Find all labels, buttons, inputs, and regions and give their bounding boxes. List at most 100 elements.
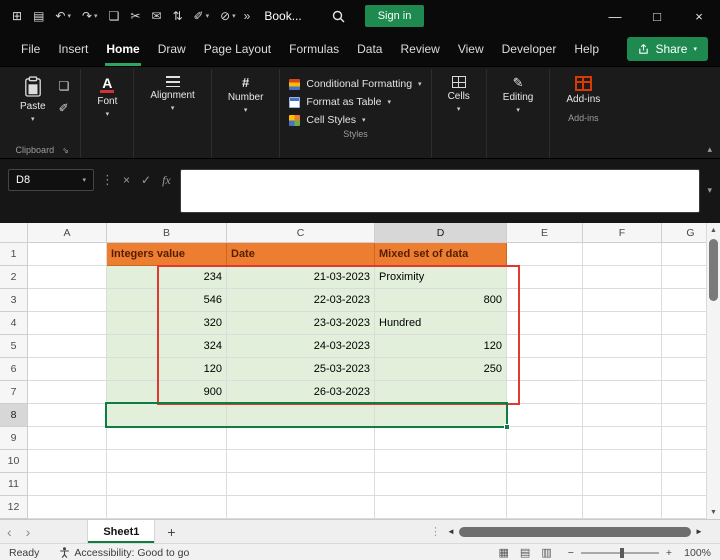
tab-file[interactable]: File: [12, 32, 49, 66]
cell-E8[interactable]: [507, 404, 583, 427]
cell-E5[interactable]: [507, 335, 583, 358]
cell-B3[interactable]: 546: [107, 289, 227, 312]
share-button[interactable]: Share ▾: [627, 37, 708, 61]
sign-in-button[interactable]: Sign in: [364, 5, 425, 27]
cell-D5[interactable]: 120: [375, 335, 507, 358]
cell-C6[interactable]: 25-03-2023: [227, 358, 375, 381]
cell-E2[interactable]: [507, 266, 583, 289]
cell-A8[interactable]: [28, 404, 107, 427]
horizontal-scrollbar[interactable]: ◄ ►: [444, 520, 706, 543]
cut-icon[interactable]: ✂: [126, 4, 144, 28]
cell-A12[interactable]: [28, 496, 107, 519]
horizontal-scroll-thumb[interactable]: [459, 526, 691, 537]
conditional-formatting-button[interactable]: Conditional Formatting ▾: [289, 78, 422, 90]
cell-B7[interactable]: 900: [107, 381, 227, 404]
tab-view[interactable]: View: [449, 32, 493, 66]
insert-function-icon[interactable]: fx: [160, 169, 173, 191]
cell-B10[interactable]: [107, 450, 227, 473]
row-header-8[interactable]: 8: [0, 404, 28, 427]
qat-overflow-button[interactable]: »: [244, 9, 251, 23]
cell-C7[interactable]: 26-03-2023: [227, 381, 375, 404]
formula-bar-splitter[interactable]: ⋮: [101, 169, 114, 191]
format-painter-button-icon[interactable]: ✐: [59, 101, 70, 115]
cell-E6[interactable]: [507, 358, 583, 381]
row-header-9[interactable]: 9: [0, 427, 28, 450]
cell-A6[interactable]: [28, 358, 107, 381]
cell-B9[interactable]: [107, 427, 227, 450]
cell-F2[interactable]: [583, 266, 662, 289]
copy-icon[interactable]: ❏: [105, 4, 124, 28]
cell-F4[interactable]: [583, 312, 662, 335]
page-layout-view-icon[interactable]: ▤: [520, 546, 530, 559]
accessibility-status[interactable]: Accessibility: Good to go: [59, 547, 189, 559]
copy-button-icon[interactable]: ❏: [59, 79, 70, 93]
cell-E9[interactable]: [507, 427, 583, 450]
cell-E7[interactable]: [507, 381, 583, 404]
prev-sheet-icon[interactable]: ‹: [0, 521, 19, 543]
font-button[interactable]: A Font ▾: [88, 71, 126, 123]
cell-F6[interactable]: [583, 358, 662, 381]
cell-F9[interactable]: [583, 427, 662, 450]
cells-button[interactable]: Cells ▾: [439, 71, 479, 118]
row-header-11[interactable]: 11: [0, 473, 28, 496]
cell-B1[interactable]: Integers value: [107, 243, 227, 266]
tab-insert[interactable]: Insert: [49, 32, 97, 66]
tab-data[interactable]: Data: [348, 32, 391, 66]
tab-page-layout[interactable]: Page Layout: [195, 32, 280, 66]
tab-help[interactable]: Help: [565, 32, 608, 66]
tab-formulas[interactable]: Formulas: [280, 32, 348, 66]
cell-C12[interactable]: [227, 496, 375, 519]
cell-D10[interactable]: [375, 450, 507, 473]
number-button[interactable]: # Number ▾: [219, 71, 273, 119]
sheet-tab-sheet1[interactable]: Sheet1: [87, 520, 156, 543]
sort-icon[interactable]: ⇅: [168, 4, 186, 28]
cell-B2[interactable]: 234: [107, 266, 227, 289]
fill-handle[interactable]: [504, 424, 510, 430]
cell-A7[interactable]: [28, 381, 107, 404]
enter-icon[interactable]: ✓: [139, 169, 153, 191]
cell-A3[interactable]: [28, 289, 107, 312]
cell-C11[interactable]: [227, 473, 375, 496]
row-header-7[interactable]: 7: [0, 381, 28, 404]
add-sheet-button[interactable]: +: [155, 524, 187, 540]
vertical-scroll-thumb[interactable]: [709, 239, 718, 301]
cell-F10[interactable]: [583, 450, 662, 473]
zoom-out-button[interactable]: −: [568, 547, 574, 559]
format-painter-icon[interactable]: ✐ ▾: [190, 4, 214, 28]
vertical-scrollbar[interactable]: ▲ ▼: [706, 223, 720, 519]
apps-icon[interactable]: ⊞: [8, 4, 26, 28]
row-header-1[interactable]: 1: [0, 243, 28, 266]
name-box[interactable]: D8 ▾: [8, 169, 94, 191]
select-all-button[interactable]: [0, 223, 28, 243]
cell-E11[interactable]: [507, 473, 583, 496]
cell-A5[interactable]: [28, 335, 107, 358]
cell-F1[interactable]: [583, 243, 662, 266]
cell-F3[interactable]: [583, 289, 662, 312]
cell-F11[interactable]: [583, 473, 662, 496]
zoom-slider[interactable]: [580, 547, 659, 558]
cell-E1[interactable]: [507, 243, 583, 266]
scroll-left-icon[interactable]: ◄: [444, 527, 458, 536]
tab-draw[interactable]: Draw: [149, 32, 195, 66]
scroll-down-icon[interactable]: ▼: [707, 505, 720, 519]
expand-formula-bar-icon[interactable]: ▾: [707, 169, 712, 196]
paste-button[interactable]: Paste ▾: [11, 71, 55, 142]
cell-D11[interactable]: [375, 473, 507, 496]
cell-A2[interactable]: [28, 266, 107, 289]
cell-C5[interactable]: 24-03-2023: [227, 335, 375, 358]
tab-scroll-splitter[interactable]: ⋮: [427, 525, 444, 538]
cell-D2[interactable]: Proximity: [375, 266, 507, 289]
minimize-button[interactable]: —: [594, 0, 636, 32]
alignment-button[interactable]: Alignment ▾: [141, 71, 203, 117]
column-header-A[interactable]: A: [28, 223, 107, 243]
tab-home[interactable]: Home: [97, 32, 148, 66]
cell-styles-button[interactable]: Cell Styles ▾: [289, 114, 421, 126]
row-header-3[interactable]: 3: [0, 289, 28, 312]
cell-E3[interactable]: [507, 289, 583, 312]
row-header-10[interactable]: 10: [0, 450, 28, 473]
cell-B5[interactable]: 324: [107, 335, 227, 358]
tab-developer[interactable]: Developer: [493, 32, 566, 66]
column-header-B[interactable]: B: [107, 223, 227, 243]
cell-A10[interactable]: [28, 450, 107, 473]
cell-B8[interactable]: [107, 404, 227, 427]
